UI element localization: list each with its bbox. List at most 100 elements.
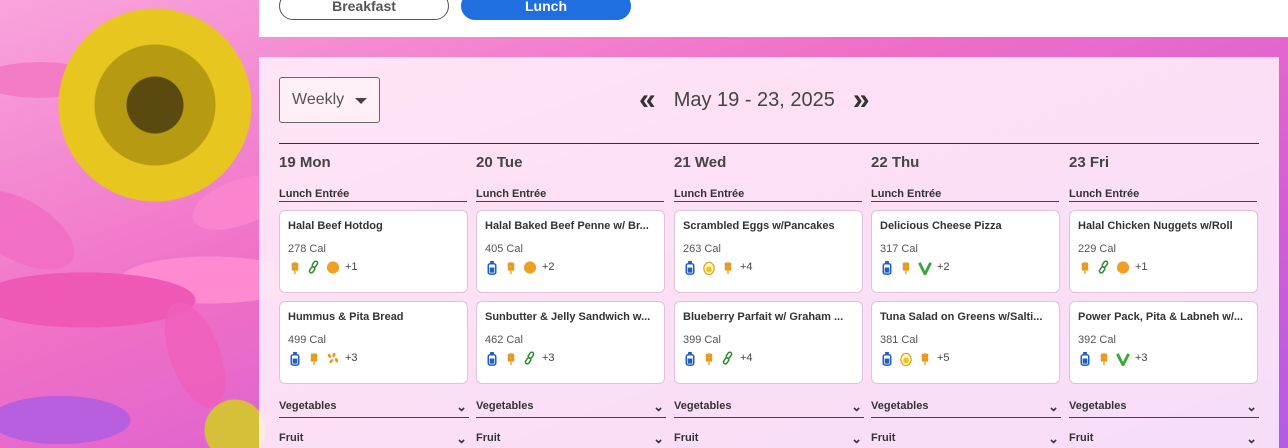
menu-item-card[interactable]: Delicious Cheese Pizza 317 Cal +2 [871,210,1060,293]
view-select[interactable]: Weekly [279,77,380,123]
chevron-down-icon: ⌄ [456,399,467,414]
day-title: 23 Fri [1069,154,1110,171]
sesame-icon [326,351,340,366]
day-column: 23 Fri Lunch Entrée Halal Chicken Nuggets … [1069,154,1259,384]
vegetables-accordion[interactable]: Vegetables ⌄ [871,399,1061,418]
fruit-accordion[interactable]: Fruit ⌄ [279,431,469,448]
menu-item-calories: 392 Cal [1078,334,1116,346]
caret-down-icon [355,98,367,104]
menu-item-name: Delicious Cheese Pizza [880,220,1002,232]
menu-item-calories: 229 Cal [1078,243,1116,255]
menu-item-card[interactable]: Scrambled Eggs w/Pancakes 263 Cal +4 [674,210,863,293]
chevron-down-icon: ⌄ [456,431,467,446]
allergen-icons: +2 [880,259,1051,275]
category-title: Lunch Entrée [674,188,862,202]
orange-dot-icon [523,260,537,275]
fruit-accordion[interactable]: Fruit ⌄ [476,431,666,448]
date-range-label: May 19 - 23, 2025 [673,88,835,111]
menu-item-card[interactable]: Hummus & Pita Bread 499 Cal +3 [279,301,468,384]
view-select-value: Weekly [292,91,345,108]
category-title: Lunch Entrée [871,188,1059,202]
category-title: Lunch Entrée [279,188,467,202]
day-column: 19 Mon Lunch Entrée Halal Beef Hotdog 278 C… [279,154,469,384]
vegetables-accordion[interactable]: Vegetables ⌄ [279,399,469,418]
milk-bottle-icon [485,351,499,366]
allergen-icons: +1 [288,259,459,275]
accordion-label: Vegetables [279,400,337,412]
wheat-icon [899,260,913,275]
accordion-label: Fruit [1069,432,1094,444]
more-allergens-count: +2 [542,261,555,273]
accordion-label: Fruit [279,432,304,444]
chevron-down-icon: ⌄ [851,431,862,446]
breakfast-button[interactable]: Breakfast [279,0,449,20]
more-allergens-count: +2 [937,261,950,273]
day-title: 21 Wed [674,154,727,171]
menu-item-calories: 381 Cal [880,334,918,346]
more-allergens-count: +3 [1135,352,1148,364]
meal-toggle-bar: Breakfast Lunch [259,0,1288,37]
menu-item-card[interactable]: Halal Beef Hotdog 278 Cal +1 [279,210,468,293]
category-title: Lunch Entrée [1069,188,1257,202]
accordion-label: Fruit [674,432,699,444]
vegan-icon [1116,351,1130,366]
menu-item-name: Power Pack, Pita & Labneh w/... [1078,311,1244,323]
vegetables-accordion[interactable]: Vegetables ⌄ [476,399,666,418]
menu-item-name: Hummus & Pita Bread [288,311,404,323]
menu-item-name: Halal Baked Beef Penne w/ Br... [485,220,649,232]
menu-item-card[interactable]: Power Pack, Pita & Labneh w/... 392 Cal +3 [1069,301,1258,384]
menu-item-name: Sunbutter & Jelly Sandwich w... [485,311,651,323]
menu-item-card[interactable]: Blueberry Parfait w/ Graham ... 399 Cal +4 [674,301,863,384]
wheat-icon [1097,351,1111,366]
vegetables-accordion[interactable]: Vegetables ⌄ [1069,399,1259,418]
menu-item-card[interactable]: Halal Chicken Nuggets w/Roll 229 Cal +1 [1069,210,1258,293]
allergen-icons: +4 [683,350,854,366]
lunch-button[interactable]: Lunch [461,0,631,20]
link-icon [721,350,735,366]
menu-item-name: Blueberry Parfait w/ Graham ... [683,311,844,323]
day-column: 22 Thu Lunch Entrée Delicious Cheese Pizza… [871,154,1061,384]
vegetables-accordion[interactable]: Vegetables ⌄ [674,399,864,418]
menu-item-card[interactable]: Halal Baked Beef Penne w/ Br... 405 Cal +2 [476,210,665,293]
menu-item-calories: 278 Cal [288,243,326,255]
fruit-accordion[interactable]: Fruit ⌄ [674,431,864,448]
menu-item-calories: 405 Cal [485,243,523,255]
double-chevron-left-icon[interactable]: « [639,85,656,115]
milk-bottle-icon [485,260,499,275]
day-title: 19 Mon [279,154,331,171]
wheat-icon [288,260,302,275]
allergen-icons: +4 [683,259,854,275]
chevron-down-icon: ⌄ [1048,431,1059,446]
double-chevron-right-icon[interactable]: » [853,85,870,115]
chevron-down-icon: ⌄ [851,399,862,414]
link-icon [307,259,321,275]
menu-item-name: Tuna Salad on Greens w/Salti... [880,311,1043,323]
milk-bottle-icon [1078,351,1092,366]
milk-bottle-icon [683,260,697,275]
accordion-label: Vegetables [1069,400,1127,412]
menu-item-name: Halal Beef Hotdog [288,220,383,232]
orange-dot-icon [326,260,340,275]
wheat-icon [721,260,735,275]
accordion-label: Vegetables [476,400,534,412]
menu-item-card[interactable]: Sunbutter & Jelly Sandwich w... 462 Cal +3 [476,301,665,384]
menu-item-card[interactable]: Tuna Salad on Greens w/Salti... 381 Cal +5 [871,301,1060,384]
link-icon [1097,259,1111,275]
chevron-down-icon: ⌄ [653,431,664,446]
accordion-label: Vegetables [871,400,929,412]
menu-item-name: Scrambled Eggs w/Pancakes [683,220,835,232]
menu-panel: Weekly « May 19 - 23, 2025 » 19 Mon Lunch… [259,57,1279,448]
wheat-icon [307,351,321,366]
vegan-icon [918,260,932,275]
wheat-icon [1078,260,1092,275]
menu-item-calories: 317 Cal [880,243,918,255]
fruit-accordion[interactable]: Fruit ⌄ [1069,431,1259,448]
allergen-icons: +3 [288,350,459,366]
fruit-accordion[interactable]: Fruit ⌄ [871,431,1061,448]
wheat-icon [504,260,518,275]
category-title: Lunch Entrée [476,188,664,202]
allergen-icons: +5 [880,350,1051,366]
chevron-down-icon: ⌄ [1246,399,1257,414]
orange-dot-icon [1116,260,1130,275]
more-allergens-count: +1 [1135,261,1148,273]
